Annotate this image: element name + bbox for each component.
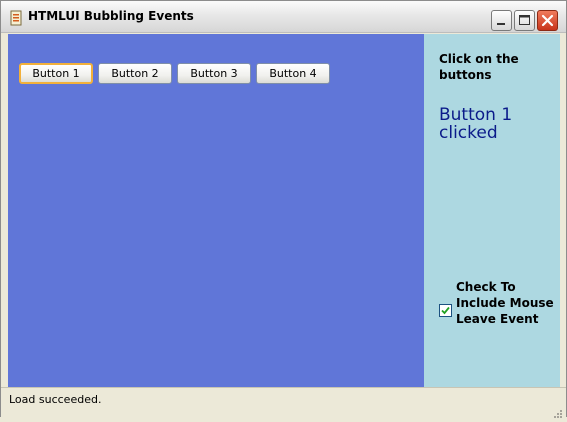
mouse-leave-checkbox-label: Check To Include Mouse Leave Event bbox=[456, 280, 554, 326]
close-icon bbox=[541, 14, 554, 27]
minimize-icon bbox=[497, 23, 505, 25]
app-window: HTMLUI Bubbling Events Button 1 Button 2… bbox=[0, 0, 567, 418]
title-bar[interactable]: HTMLUI Bubbling Events bbox=[1, 1, 566, 33]
resize-grip-icon[interactable] bbox=[552, 403, 562, 418]
checkmark-icon bbox=[441, 306, 450, 315]
mouse-leave-option[interactable]: Check To Include Mouse Leave Event bbox=[439, 279, 560, 349]
close-button[interactable] bbox=[537, 10, 558, 31]
content-area: Button 1 Button 2 Button 3 Button 4 Clic… bbox=[8, 34, 560, 387]
app-icon bbox=[8, 10, 24, 26]
button-3[interactable]: Button 3 bbox=[177, 63, 251, 84]
instruction-text: Click on the buttons bbox=[439, 52, 519, 82]
maximize-button[interactable] bbox=[514, 10, 535, 31]
buttons-pane: Button 1 Button 2 Button 3 Button 4 bbox=[8, 34, 424, 387]
button-1[interactable]: Button 1 bbox=[19, 63, 93, 84]
status-bar-text: Load succeeded. bbox=[9, 393, 102, 406]
maximize-icon bbox=[519, 15, 530, 25]
click-status-message: Button 1 clicked bbox=[439, 105, 513, 143]
minimize-button[interactable] bbox=[491, 10, 512, 31]
button-2[interactable]: Button 2 bbox=[98, 63, 172, 84]
info-pane: Click on the buttons Button 1 clicked Ch… bbox=[424, 34, 560, 387]
mouse-leave-checkbox[interactable] bbox=[439, 304, 452, 317]
window-title: HTMLUI Bubbling Events bbox=[28, 9, 194, 23]
status-bar: Load succeeded. bbox=[1, 387, 566, 418]
button-4[interactable]: Button 4 bbox=[256, 63, 330, 84]
